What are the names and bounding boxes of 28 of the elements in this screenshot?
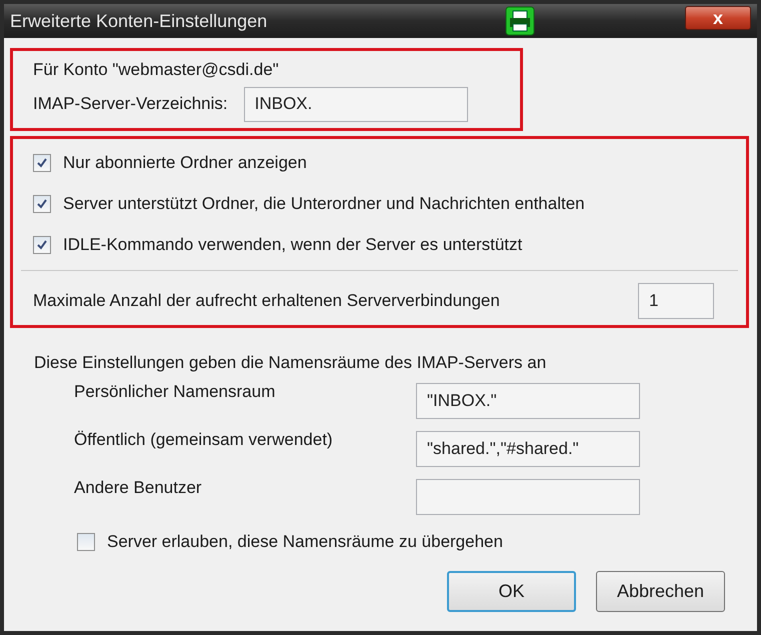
checkbox-label: Server erlauben, diese Namensräume zu übergehen <box>107 531 503 553</box>
namespace-field[interactable] <box>416 479 640 515</box>
cancel-button[interactable]: Abbrechen <box>596 570 725 612</box>
namespace-field[interactable]: "INBOX." <box>416 383 640 419</box>
window-title: Erweiterte Konten-Einstellungen <box>10 10 268 33</box>
connections-field[interactable]: 1 <box>638 282 714 318</box>
checkbox[interactable] <box>33 195 51 213</box>
ok-button[interactable]: OK <box>447 570 576 612</box>
namespace-label: Persönlicher Namensraum <box>74 381 276 403</box>
namespaces-intro: Diese Einstellungen geben die Namensräume des IMAP-Servers an <box>34 352 548 374</box>
checkbox[interactable] <box>77 532 95 551</box>
checkbox-label: Nur abonnierte Ordner anzeigen <box>63 152 307 174</box>
checkbox[interactable] <box>33 236 51 254</box>
checkmark-icon <box>36 198 48 210</box>
directory-label: IMAP-Server-Verzeichnis: <box>33 93 228 116</box>
checkbox-label: IDLE-Kommando verwenden, wenn der Server es unterstützt <box>63 234 522 256</box>
close-button[interactable]: x <box>685 6 751 30</box>
checkbox[interactable] <box>33 154 51 172</box>
directory-field[interactable]: INBOX. <box>244 86 468 122</box>
checkbox-label: Server unterstützt Ordner, die Unterordner und Nachrichten enthalten <box>63 193 585 216</box>
namespace-label: Öffentlich (gemeinsam verwendet) <box>74 429 334 451</box>
connections-label: Maximale Anzahl der aufrecht erhaltenen Serververbindungen <box>33 290 500 312</box>
account-label: Für Konto "webmaster@csdi.de" <box>33 59 280 81</box>
printer-icon[interactable] <box>505 6 535 36</box>
checkmark-icon <box>36 157 48 169</box>
checkmark-icon <box>36 239 48 251</box>
namespace-field[interactable]: "shared.","#shared." <box>416 431 640 467</box>
namespace-label: Andere Benutzer <box>74 477 203 499</box>
